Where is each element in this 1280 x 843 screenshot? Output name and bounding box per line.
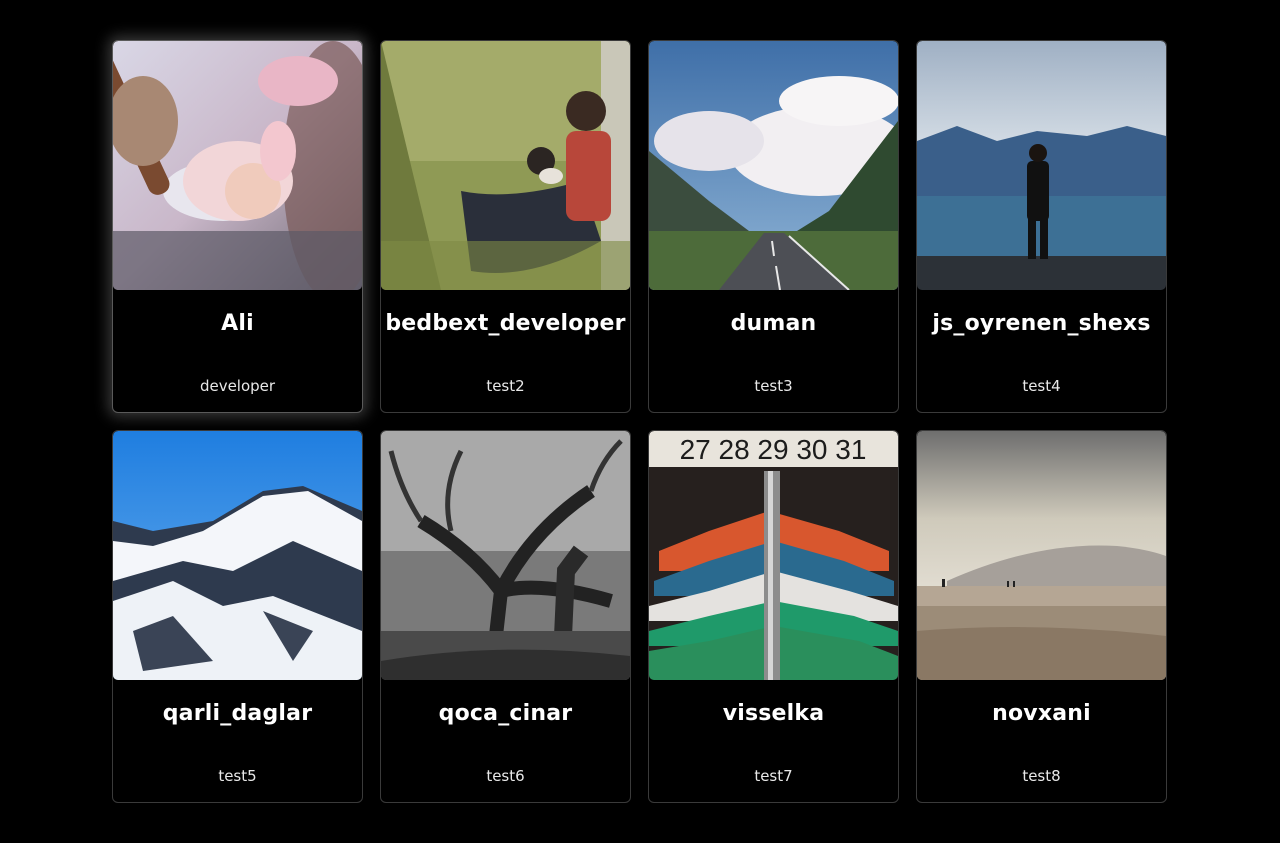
- old-tree-bw-photo: [381, 431, 630, 680]
- profile-card-bedbext-developer[interactable]: bedbext_developer test2: [380, 40, 631, 413]
- profile-name: duman: [730, 311, 817, 336]
- baby-with-parent-photo: [113, 41, 362, 290]
- man-at-lake-photo: [917, 41, 1166, 290]
- profile-card-visselka[interactable]: 27 28 29 30 31 visselka test7: [648, 430, 899, 803]
- profile-role: test4: [1022, 377, 1061, 395]
- profile-name: js_oyrenen_shexs: [932, 311, 1151, 336]
- profile-name: bedbext_developer: [385, 311, 626, 336]
- profile-role: test6: [486, 767, 525, 785]
- profile-grid: Ali developer bedbext_developer test2 du…: [112, 40, 1167, 803]
- beach-photo: [917, 431, 1166, 680]
- profile-card-js-oyrenen-shexs[interactable]: js_oyrenen_shexs test4: [916, 40, 1167, 413]
- profile-role: developer: [199, 377, 276, 395]
- profile-name: Ali: [221, 311, 254, 336]
- profile-name: novxani: [992, 701, 1091, 726]
- profile-card-novxani[interactable]: novxani test8: [916, 430, 1167, 803]
- profile-name: qoca_cinar: [438, 701, 573, 726]
- profile-role: test8: [1022, 767, 1061, 785]
- mountain-road-clouds-photo: [649, 41, 898, 290]
- profile-card-qoca-cinar[interactable]: qoca_cinar test6: [380, 430, 631, 803]
- profile-role: test7: [754, 767, 793, 785]
- hanger-size-numbers: 27 28 29 30 31: [680, 434, 867, 465]
- profile-role: test5: [218, 767, 257, 785]
- profile-card-qarli-daglar[interactable]: qarli_daglar test5: [112, 430, 363, 803]
- snowy-mountains-photo: [113, 431, 362, 680]
- profile-card-duman[interactable]: duman test3: [648, 40, 899, 413]
- profile-name: visselka: [722, 701, 825, 726]
- man-with-dog-in-grass-photo: [381, 41, 630, 290]
- clothes-hangers-photo: 27 28 29 30 31: [649, 431, 898, 680]
- profile-role: test3: [754, 377, 793, 395]
- profile-role: test2: [486, 377, 525, 395]
- profile-card-ali[interactable]: Ali developer: [112, 40, 363, 413]
- profile-name: qarli_daglar: [162, 701, 313, 726]
